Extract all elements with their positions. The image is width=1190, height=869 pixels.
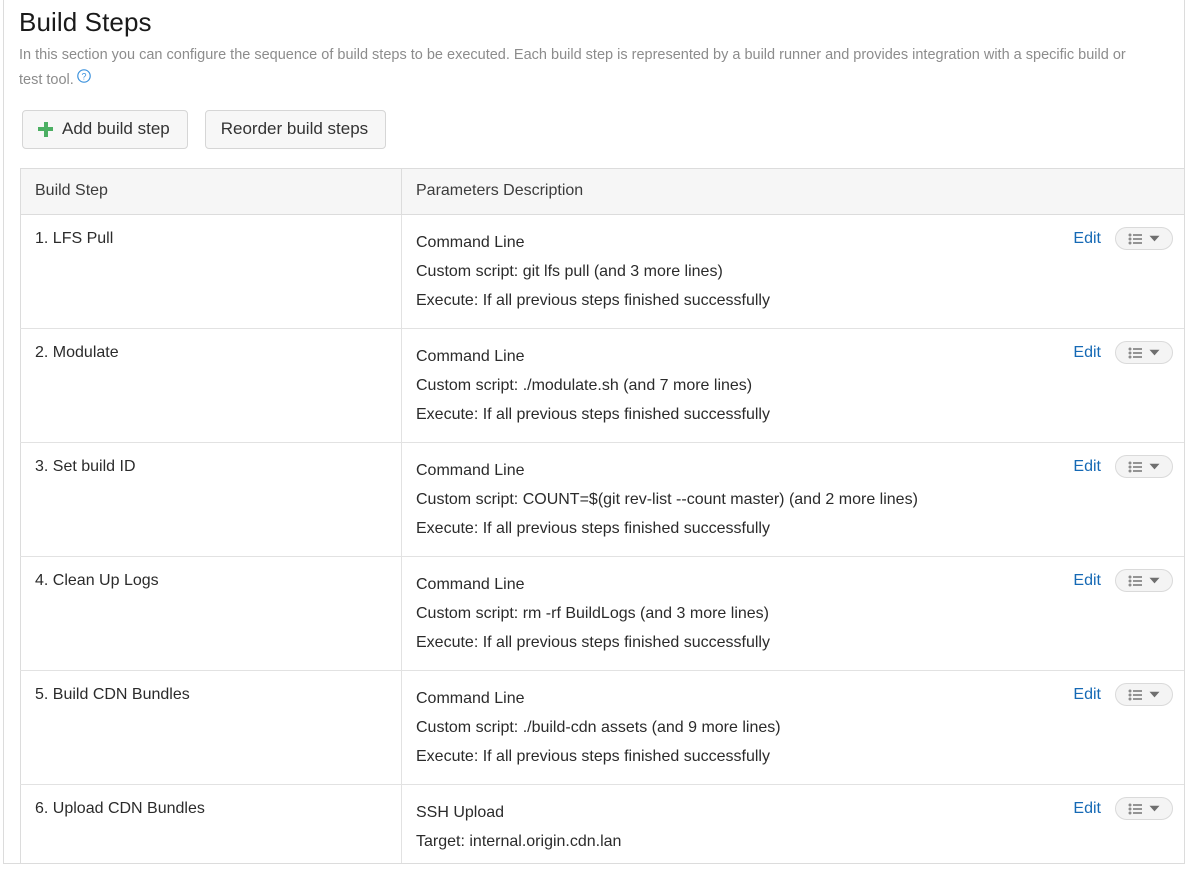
list-menu-icon [1128, 803, 1143, 815]
table-row: 5. Build CDN BundlesCommand LineCustom s… [21, 671, 1186, 785]
build-step-name: 5. Build CDN Bundles [35, 684, 401, 706]
edit-build-step-link[interactable]: Edit [1073, 457, 1101, 477]
edit-build-step-link[interactable]: Edit [1073, 685, 1101, 705]
parameter-line: Command Line [416, 456, 1035, 485]
row-actions: Edit [1073, 683, 1173, 706]
parameter-line: Command Line [416, 228, 1035, 257]
parameter-line: Execute: If all previous steps finished … [416, 400, 1035, 429]
column-header-parameters-description: Parameters Description [402, 169, 1186, 215]
parameter-line: Custom script: ./build-cdn assets (and 9… [416, 713, 1035, 742]
parameters-description-cell: SSH UploadTarget: internal.origin.cdn.la… [402, 785, 1186, 865]
parameter-line: Custom script: git lfs pull (and 3 more … [416, 257, 1035, 286]
chevron-down-icon [1149, 805, 1160, 812]
build-step-cell: 5. Build CDN Bundles [21, 671, 402, 785]
edit-build-step-link[interactable]: Edit [1073, 343, 1101, 363]
parameter-line: Command Line [416, 684, 1035, 713]
reorder-build-steps-label: Reorder build steps [221, 119, 368, 139]
row-actions: Edit [1073, 569, 1173, 592]
section-description-text: In this section you can configure the se… [19, 47, 1126, 88]
table-row: 4. Clean Up LogsCommand LineCustom scrip… [21, 557, 1186, 671]
edit-build-step-link[interactable]: Edit [1073, 571, 1101, 591]
parameter-line: Protocol: SCP [416, 856, 1035, 864]
chevron-down-icon [1149, 691, 1160, 698]
build-steps-toolbar: Add build step Reorder build steps [22, 110, 1176, 149]
table-row: 6. Upload CDN BundlesSSH UploadTarget: i… [21, 785, 1186, 865]
build-step-cell: 2. Modulate [21, 329, 402, 443]
build-step-cell: 6. Upload CDN Bundles [21, 785, 402, 865]
list-menu-icon [1128, 575, 1143, 587]
plus-icon [38, 122, 53, 137]
build-step-actions-menu-button[interactable] [1115, 569, 1173, 592]
list-menu-icon [1128, 347, 1143, 359]
build-steps-page: Build Steps In this section you can conf… [3, 0, 1185, 864]
parameters-description-cell: Command LineCustom script: COUNT=$(git r… [402, 443, 1186, 557]
build-step-name: 2. Modulate [35, 342, 401, 364]
row-actions: Edit [1073, 797, 1173, 820]
parameter-line: Custom script: ./modulate.sh (and 7 more… [416, 371, 1035, 400]
parameter-line: Custom script: rm -rf BuildLogs (and 3 m… [416, 599, 1035, 628]
parameters-description-cell: Command LineCustom script: rm -rf BuildL… [402, 557, 1186, 671]
list-menu-icon [1128, 461, 1143, 473]
svg-text:?: ? [81, 71, 86, 81]
parameter-line: Target: internal.origin.cdn.lan [416, 827, 1035, 856]
column-header-build-step: Build Step [21, 169, 402, 215]
build-step-actions-menu-button[interactable] [1115, 341, 1173, 364]
list-menu-icon [1128, 689, 1143, 701]
table-row: 2. ModulateCommand LineCustom script: ./… [21, 329, 1186, 443]
build-step-actions-menu-button[interactable] [1115, 683, 1173, 706]
build-step-actions-menu-button[interactable] [1115, 797, 1173, 820]
parameter-line: Execute: If all previous steps finished … [416, 628, 1035, 657]
chevron-down-icon [1149, 349, 1160, 356]
table-header-row: Build Step Parameters Description [21, 169, 1186, 215]
chevron-down-icon [1149, 235, 1160, 242]
row-actions: Edit [1073, 341, 1173, 364]
build-step-name: 6. Upload CDN Bundles [35, 798, 401, 820]
edit-build-step-link[interactable]: Edit [1073, 229, 1101, 249]
build-step-name: 1. LFS Pull [35, 228, 401, 250]
parameter-line: SSH Upload [416, 798, 1035, 827]
parameters-description-cell: Command LineCustom script: git lfs pull … [402, 215, 1186, 329]
parameter-line: Execute: If all previous steps finished … [416, 742, 1035, 771]
table-row: 3. Set build IDCommand LineCustom script… [21, 443, 1186, 557]
build-step-name: 3. Set build ID [35, 456, 401, 478]
add-build-step-label: Add build step [62, 119, 170, 139]
build-step-name: 4. Clean Up Logs [35, 570, 401, 592]
chevron-down-icon [1149, 577, 1160, 584]
reorder-build-steps-button[interactable]: Reorder build steps [205, 110, 386, 149]
parameters-description-cell: Command LineCustom script: ./build-cdn a… [402, 671, 1186, 785]
build-step-actions-menu-button[interactable] [1115, 227, 1173, 250]
parameter-line: Execute: If all previous steps finished … [416, 286, 1035, 315]
row-actions: Edit [1073, 455, 1173, 478]
section-description: In this section you can configure the se… [19, 43, 1134, 93]
parameter-line: Command Line [416, 570, 1035, 599]
edit-build-step-link[interactable]: Edit [1073, 799, 1101, 819]
parameters-description-cell: Command LineCustom script: ./modulate.sh… [402, 329, 1186, 443]
help-circle-icon[interactable]: ? [77, 69, 91, 83]
build-step-cell: 3. Set build ID [21, 443, 402, 557]
build-steps-table-body: 1. LFS PullCommand LineCustom script: gi… [21, 215, 1186, 865]
chevron-down-icon [1149, 463, 1160, 470]
build-step-cell: 1. LFS Pull [21, 215, 402, 329]
page-title: Build Steps [12, 0, 1176, 38]
parameter-line: Custom script: COUNT=$(git rev-list --co… [416, 485, 1035, 514]
table-row: 1. LFS PullCommand LineCustom script: gi… [21, 215, 1186, 329]
parameter-line: Command Line [416, 342, 1035, 371]
add-build-step-button[interactable]: Add build step [22, 110, 188, 149]
parameter-line: Execute: If all previous steps finished … [416, 514, 1035, 543]
build-step-cell: 4. Clean Up Logs [21, 557, 402, 671]
list-menu-icon [1128, 233, 1143, 245]
row-actions: Edit [1073, 227, 1173, 250]
build-step-actions-menu-button[interactable] [1115, 455, 1173, 478]
build-steps-table: Build Step Parameters Description 1. LFS… [20, 168, 1185, 864]
